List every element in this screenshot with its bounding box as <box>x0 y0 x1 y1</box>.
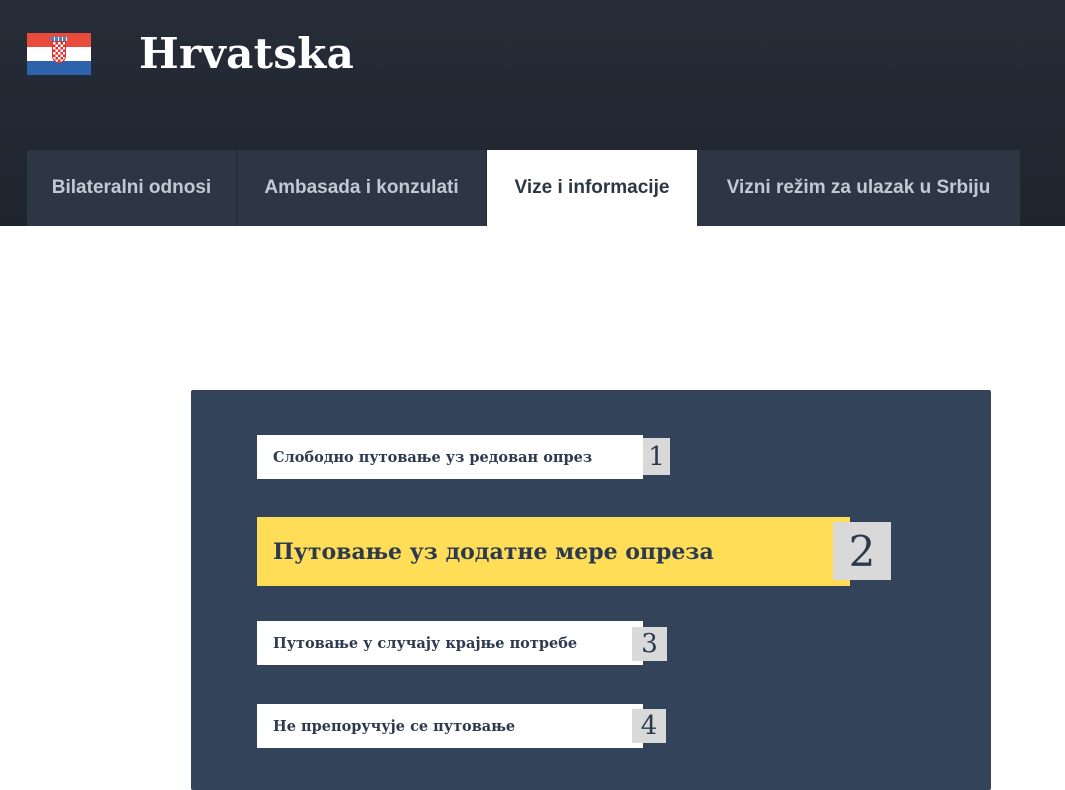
travel-level-label: Не препоручује се путовање <box>257 704 643 748</box>
country-tabs: Bilateralni odnosi Ambasada i konzulati … <box>27 150 1020 226</box>
tab-visa-regime-serbia[interactable]: Vizni režim za ulazak u Srbiju <box>697 150 1020 226</box>
tab-bilateral-relations[interactable]: Bilateralni odnosi <box>27 150 237 226</box>
travel-level-number: 4 <box>632 709 666 743</box>
travel-level-number: 2 <box>833 522 891 580</box>
tab-embassy-consulates[interactable]: Ambasada i konzulati <box>237 150 487 226</box>
travel-level-number: 3 <box>632 627 667 661</box>
croatia-flag-icon <box>27 33 91 75</box>
tab-visas-information[interactable]: Vize i informacije <box>487 150 697 226</box>
travel-level-label: Путовање уз додатне мере опреза <box>257 517 850 586</box>
travel-level-label: Путовање у случају крајње потребе <box>257 621 643 665</box>
travel-level-number: 1 <box>643 438 670 475</box>
page-title: Hrvatska <box>139 29 355 78</box>
travel-level-label: Слободно путовање уз редован опрез <box>257 435 643 479</box>
